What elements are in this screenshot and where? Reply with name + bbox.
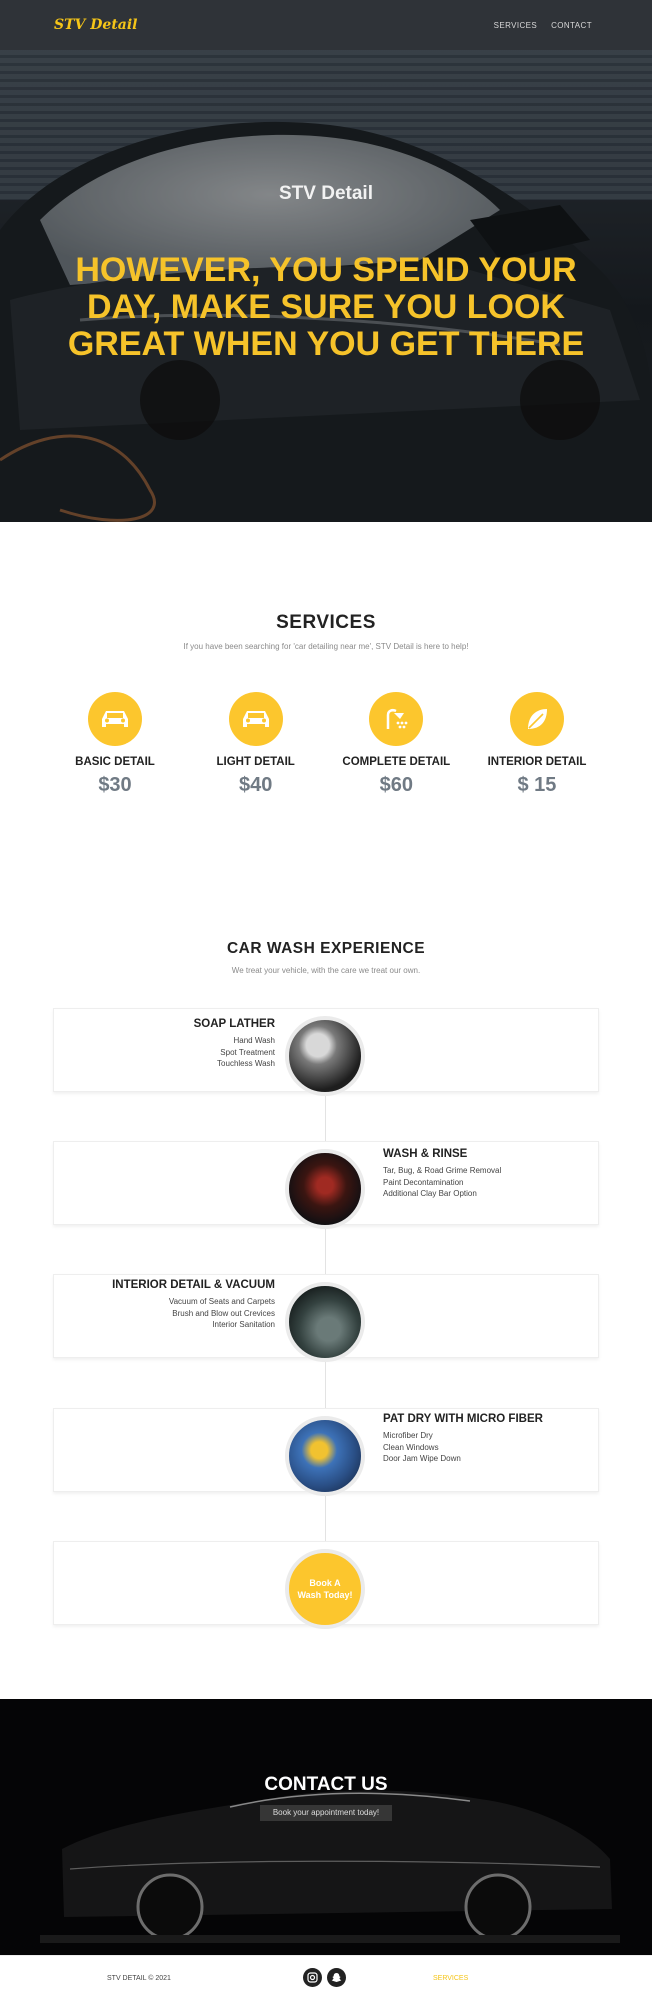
service-name: COMPLETE DETAIL xyxy=(342,756,451,768)
car-icon xyxy=(228,692,283,746)
shower-icon xyxy=(369,692,424,746)
leaf-icon xyxy=(509,692,564,746)
service-item-basic: BASIC DETAIL $30 xyxy=(50,692,180,797)
experience-heading: CAR WASH EXPERIENCE xyxy=(226,940,426,957)
nav-links: SERVICES CONTACT xyxy=(494,21,592,30)
experience-subheading: We treat your vehicle, with the care we … xyxy=(231,966,421,975)
nav-link-contact[interactable]: CONTACT xyxy=(551,21,592,30)
service-price: $60 xyxy=(379,774,413,796)
step-line: Spot Treatment xyxy=(220,1047,275,1057)
top-navbar: STV Detail SERVICES CONTACT xyxy=(0,0,652,50)
hero-subtitle: STV Detail xyxy=(279,183,373,204)
experience-timeline: SOAP LATHER Hand Wash Spot Treatment Tou… xyxy=(53,1008,599,1629)
service-price: $30 xyxy=(98,774,132,796)
hero-title: However, you spend your day, make sure y… xyxy=(67,251,585,363)
step-line: Door Jam Wipe Down xyxy=(383,1454,461,1463)
contact-section: CONTACT US Book your appointment today! xyxy=(0,1699,652,1955)
services-heading: SERVICES xyxy=(276,612,376,633)
step-line: Interior Sanitation xyxy=(212,1320,275,1329)
timeline-step-interior-vacuum: INTERIOR DETAIL & VACUUM Vacuum of Seats… xyxy=(85,1279,275,1331)
step-line: Paint Decontamination xyxy=(383,1177,464,1187)
services-subheading: If you have been searching for 'car deta… xyxy=(183,642,469,651)
services-list: BASIC DETAIL $30 LIGHT DETAIL $40 COMPLE… xyxy=(50,692,602,797)
interior-vacuum-photo xyxy=(285,1282,365,1362)
footer: STV DETAIL © 2021 SERVICES xyxy=(0,1955,652,2000)
step-line: Clean Windows xyxy=(383,1442,439,1452)
pat-dry-photo xyxy=(285,1416,365,1496)
step-line: Tar, Bug, & Road Grime Removal xyxy=(383,1166,502,1175)
timeline-step-wash-rinse: WASH & RINSE Tar, Bug, & Road Grime Remo… xyxy=(383,1148,573,1200)
step-line: Vacuum of Seats and Carpets xyxy=(168,1297,275,1306)
soap-lather-photo xyxy=(285,1016,365,1096)
service-item-complete: COMPLETE DETAIL $60 xyxy=(331,692,461,797)
service-name: BASIC DETAIL xyxy=(75,756,155,768)
step-line: Brush and Blow out Crevices xyxy=(172,1308,275,1318)
book-wash-button[interactable]: Book A Wash Today! xyxy=(285,1549,365,1629)
step-title: SOAP LATHER xyxy=(193,1018,275,1030)
service-name: INTERIOR DETAIL xyxy=(487,756,587,768)
step-line: Microfiber Dry xyxy=(383,1431,433,1440)
nav-link-services[interactable]: SERVICES xyxy=(494,21,538,30)
step-title: PAT DRY WITH MICRO FIBER xyxy=(383,1413,543,1425)
wash-rinse-photo xyxy=(285,1149,365,1229)
timeline-step-soap-lather: SOAP LATHER Hand Wash Spot Treatment Tou… xyxy=(85,1018,275,1070)
car-icon xyxy=(88,692,142,746)
service-item-interior: INTERIOR DETAIL $ 15 xyxy=(472,692,602,797)
service-price: $ 15 xyxy=(517,774,557,796)
brand-logo[interactable]: STV Detail xyxy=(54,17,138,33)
contact-tagline: Book your appointment today! xyxy=(260,1805,392,1821)
contact-heading: CONTACT US xyxy=(264,1774,388,1795)
instagram-icon[interactable] xyxy=(303,1968,322,1987)
step-title: INTERIOR DETAIL & VACUUM xyxy=(112,1279,275,1291)
step-line: Hand Wash xyxy=(233,1036,276,1045)
service-name: LIGHT DETAIL xyxy=(216,756,295,768)
service-price: $40 xyxy=(238,774,273,796)
step-line: Additional Clay Bar Option xyxy=(383,1189,477,1198)
services-section: SERVICES If you have been searching for … xyxy=(0,612,652,796)
footer-link-services[interactable]: SERVICES xyxy=(433,1975,468,1982)
step-line: Touchless Wash xyxy=(217,1059,275,1068)
service-item-light: LIGHT DETAIL $40 xyxy=(191,692,321,797)
step-title: WASH & RINSE xyxy=(383,1148,468,1160)
contact-car-image xyxy=(40,1790,620,1943)
snapchat-icon[interactable] xyxy=(327,1968,346,1987)
timeline-step-pat-dry: PAT DRY WITH MICRO FIBER Microfiber Dry … xyxy=(383,1413,573,1465)
footer-copyright: STV DETAIL © 2021 xyxy=(107,1975,171,1982)
social-icons xyxy=(303,1968,346,1987)
experience-section: CAR WASH EXPERIENCE We treat your vehicl… xyxy=(0,940,652,975)
